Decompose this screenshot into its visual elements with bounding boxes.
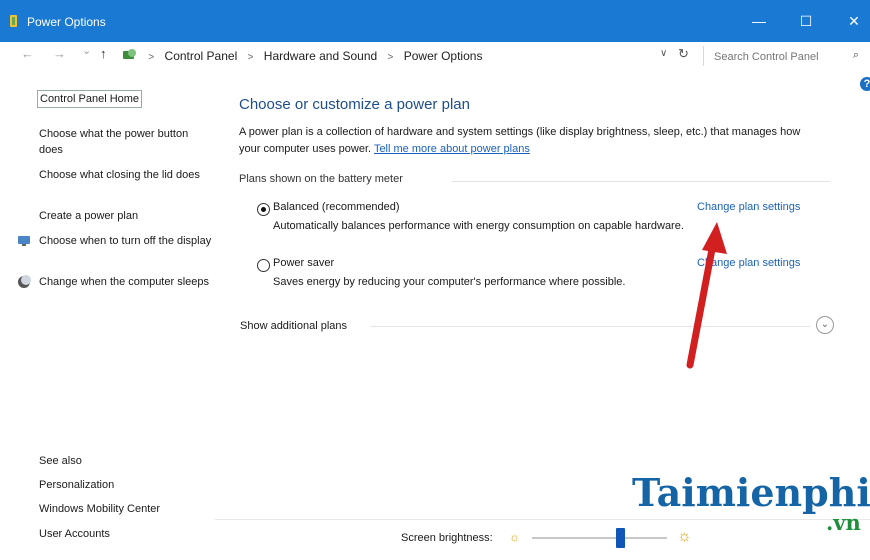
plan-description: Automatically balances performance with … [273,220,684,232]
radio-power-saver[interactable] [257,259,270,272]
maximize-button[interactable]: ☐ [791,8,821,34]
tell-me-more-link[interactable]: Tell me more about power plans [374,143,530,155]
sidebar-item-computer-sleeps[interactable]: Change when the computer sleeps [39,274,214,290]
show-additional-plans[interactable]: Show additional plans [240,320,347,332]
crumb-hardware-and-sound[interactable]: Hardware and Sound [264,49,377,63]
see-also-mobility-center[interactable]: Windows Mobility Center [39,501,214,517]
back-button[interactable]: ← [21,46,34,61]
see-also-label: See also [39,455,82,467]
plan-name[interactable]: Balanced (recommended) [273,201,400,213]
crumb-power-options[interactable]: Power Options [404,49,483,63]
recent-locations-button[interactable]: ⌄ [82,44,91,57]
crumb-control-panel[interactable]: Control Panel [165,49,238,63]
page-title: Choose or customize a power plan [239,96,470,113]
address-dropdown-icon[interactable]: ∨ [660,48,667,59]
help-icon[interactable]: ? [860,77,870,91]
forward-button[interactable]: → [53,46,66,61]
plan-name[interactable]: Power saver [273,257,334,269]
control-panel-icon [123,49,136,59]
sidebar-item-create-plan[interactable]: Create a power plan [39,208,214,224]
moon-icon [18,275,31,288]
minimize-button[interactable]: — [744,8,774,34]
up-button[interactable]: ↑ [100,46,107,61]
control-panel-home-link[interactable]: Control Panel Home [37,90,143,108]
sidebar-item-power-button[interactable]: Choose what the power button does [39,126,214,158]
bright-sun-icon: ☼ [677,528,692,545]
change-plan-settings-link[interactable]: Change plan settings [697,201,800,213]
display-icon [18,236,30,246]
search-icon[interactable]: ⌕ [853,49,859,62]
close-button[interactable]: ✕ [839,8,869,34]
brightness-slider-thumb[interactable] [615,528,625,548]
dim-sun-icon: ☼ [509,530,520,544]
brightness-label: Screen brightness: [401,532,493,544]
plans-group-label: Plans shown on the battery meter [239,173,403,185]
watermark-logo: Taimienphi [632,470,870,515]
divider [370,326,810,327]
divider [452,181,830,182]
breadcrumb: > Control Panel > Hardware and Sound > P… [122,42,482,70]
address-bar: ← → ⌄ ↑ > Control Panel > Hardware and S… [0,42,870,70]
refresh-icon[interactable]: ↻ [678,46,689,62]
window-title: Power Options [27,15,106,29]
search-box: ⌕ [703,46,867,67]
footer-divider [215,519,870,520]
chevron-right-icon[interactable]: > [388,52,394,63]
sidebar-item-turn-off-display[interactable]: Choose when to turn off the display [39,233,214,249]
see-also-user-accounts[interactable]: User Accounts [39,526,214,542]
title-bar: Power Options — ☐ ✕ [0,0,870,42]
see-also-personalization[interactable]: Personalization [39,477,214,493]
chevron-right-icon: > [148,52,155,63]
plan-description: Saves energy by reducing your computer's… [273,276,626,288]
brightness-slider[interactable] [532,537,667,539]
change-plan-settings-link[interactable]: Change plan settings [697,257,800,269]
radio-balanced[interactable] [257,203,270,216]
chevron-right-icon[interactable]: > [248,52,254,63]
watermark-suffix: .vn [826,510,861,535]
power-options-icon [10,15,17,27]
search-input[interactable] [712,47,846,67]
intro-text: A power plan is a collection of hardware… [239,124,819,158]
sidebar-item-closing-lid[interactable]: Choose what closing the lid does [39,167,214,183]
chevron-down-icon[interactable]: ⌄ [816,316,834,334]
